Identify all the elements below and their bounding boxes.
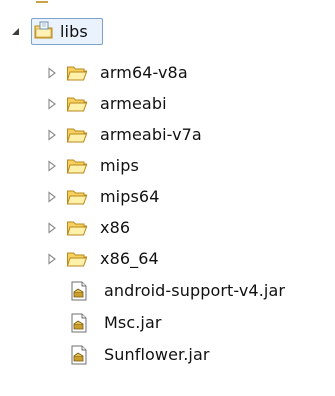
collapsed-arrow-icon[interactable] — [46, 129, 58, 141]
project-explorer-tree: libs arm64-v8a armeabi armeabi-v7a mips … — [0, 0, 335, 396]
tree-node-label: armeabi — [100, 94, 167, 113]
folder-icon — [66, 221, 88, 236]
collapsed-arrow-icon[interactable] — [46, 253, 58, 265]
folder-icon — [66, 190, 88, 205]
folder-icon — [66, 159, 88, 174]
jar-file-icon — [71, 281, 87, 301]
jar-file-icon — [71, 345, 87, 365]
jar-file-icon — [71, 313, 87, 333]
folder-icon — [66, 128, 88, 143]
tree-node-label: mips — [100, 156, 139, 175]
collapsed-arrow-icon[interactable] — [46, 67, 58, 79]
package-folder-icon — [34, 21, 53, 39]
collapsed-arrow-icon[interactable] — [46, 160, 58, 172]
tree-node-label: libs — [60, 22, 88, 41]
collapsed-arrow-icon[interactable] — [46, 191, 58, 203]
tree-node-label: Msc.jar — [104, 313, 162, 332]
expanded-arrow-icon[interactable] — [10, 26, 22, 38]
tree-node-label: arm64-v8a — [100, 63, 188, 82]
tree-node-label: Sunflower.jar — [104, 345, 210, 364]
collapsed-arrow-icon[interactable] — [46, 98, 58, 110]
folder-icon — [66, 252, 88, 267]
tree-node-label: android-support-v4.jar — [104, 281, 286, 300]
folder-icon — [66, 97, 88, 112]
tree-node-label: armeabi-v7a — [100, 125, 202, 144]
folder-icon — [66, 66, 88, 81]
tree-node-label: mips64 — [100, 187, 160, 206]
tree-node-label: x86_64 — [100, 249, 159, 268]
collapsed-arrow-icon[interactable] — [46, 222, 58, 234]
tree-top-marker — [36, 1, 48, 3]
tree-node-label: x86 — [100, 218, 131, 237]
